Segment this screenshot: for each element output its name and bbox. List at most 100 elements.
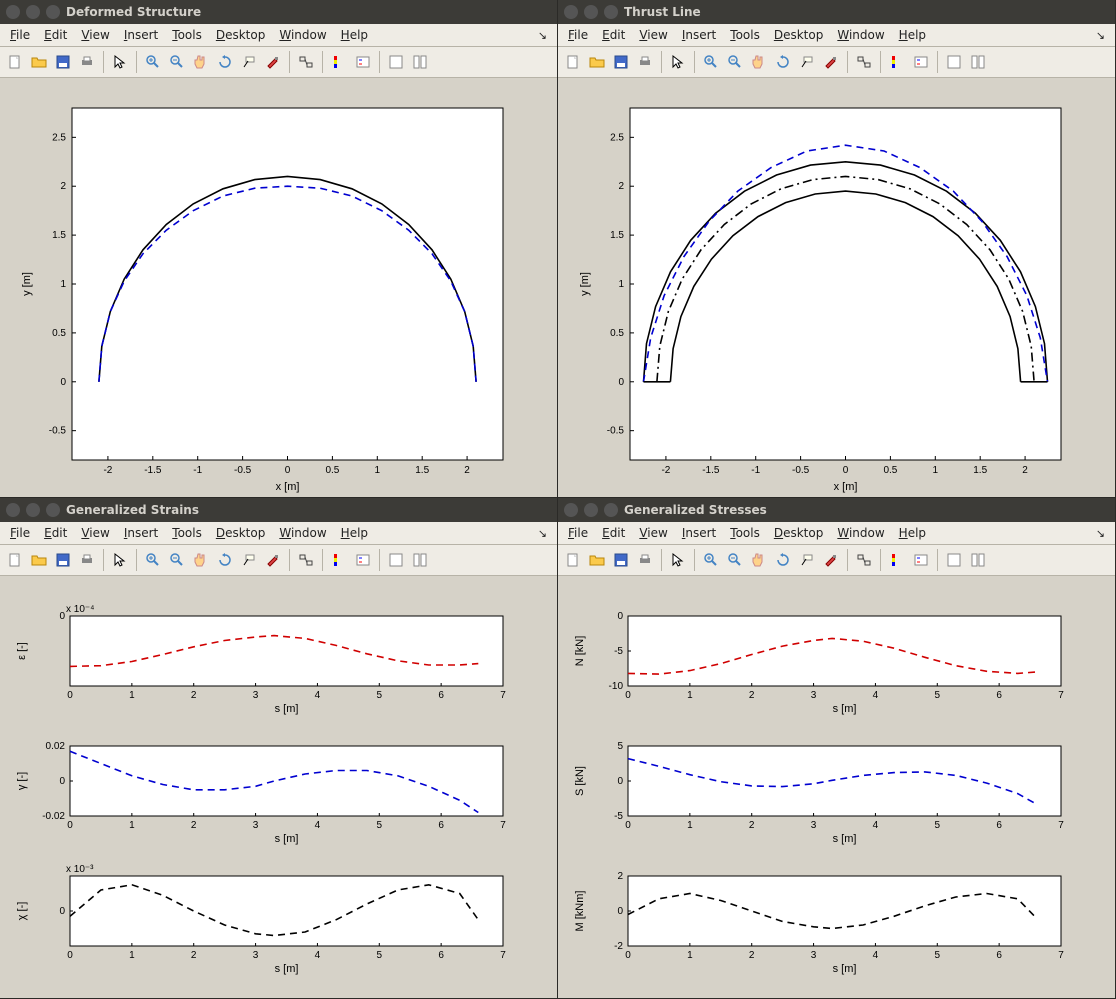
pan-icon[interactable]	[190, 549, 212, 571]
link-icon[interactable]	[853, 51, 875, 73]
zoom-in-icon[interactable]	[700, 549, 722, 571]
menu-help[interactable]: Help	[341, 28, 368, 42]
titlebar[interactable]: Generalized Strains	[0, 498, 557, 522]
menu-insert[interactable]: Insert	[124, 526, 158, 540]
save-icon[interactable]	[610, 549, 632, 571]
close-icon[interactable]	[564, 5, 578, 19]
menu-view[interactable]: View	[81, 526, 109, 540]
brush-icon[interactable]	[820, 549, 842, 571]
plot-area[interactable]: 01234567-10-50s [m]N [kN]01234567-505s […	[558, 576, 1115, 998]
menu-edit[interactable]: Edit	[602, 28, 625, 42]
plot-area[interactable]: 01234567-10x 10⁻⁴s [m]ε [-]01234567-0.02…	[0, 576, 557, 998]
print-icon[interactable]	[634, 51, 656, 73]
zoom-out-icon[interactable]	[724, 51, 746, 73]
datatip-icon[interactable]	[238, 549, 260, 571]
new-file-icon[interactable]	[4, 549, 26, 571]
menu-expand-icon[interactable]: ↘	[1096, 527, 1105, 540]
menu-help[interactable]: Help	[899, 28, 926, 42]
minimize-icon[interactable]	[26, 5, 40, 19]
subplot2-icon[interactable]	[967, 51, 989, 73]
maximize-icon[interactable]	[604, 503, 618, 517]
titlebar[interactable]: Deformed Structure	[0, 0, 557, 24]
subplot1-icon[interactable]	[385, 549, 407, 571]
open-icon[interactable]	[28, 549, 50, 571]
titlebar[interactable]: Generalized Stresses	[558, 498, 1115, 522]
menu-window[interactable]: Window	[837, 28, 884, 42]
minimize-icon[interactable]	[584, 5, 598, 19]
menu-desktop[interactable]: Desktop	[774, 28, 824, 42]
legend-icon[interactable]	[352, 51, 374, 73]
menu-desktop[interactable]: Desktop	[216, 526, 266, 540]
rotate-icon[interactable]	[214, 549, 236, 571]
subplot1-icon[interactable]	[385, 51, 407, 73]
menu-edit[interactable]: Edit	[44, 526, 67, 540]
open-icon[interactable]	[28, 51, 50, 73]
menu-window[interactable]: Window	[279, 526, 326, 540]
menu-view[interactable]: View	[81, 28, 109, 42]
pointer-icon[interactable]	[667, 549, 689, 571]
rotate-icon[interactable]	[214, 51, 236, 73]
pointer-icon[interactable]	[109, 51, 131, 73]
pointer-icon[interactable]	[109, 549, 131, 571]
open-icon[interactable]	[586, 51, 608, 73]
menu-desktop[interactable]: Desktop	[774, 526, 824, 540]
pan-icon[interactable]	[190, 51, 212, 73]
maximize-icon[interactable]	[46, 5, 60, 19]
menu-file[interactable]: File	[568, 28, 588, 42]
menu-file[interactable]: File	[568, 526, 588, 540]
save-icon[interactable]	[52, 51, 74, 73]
print-icon[interactable]	[76, 51, 98, 73]
colorbar-icon[interactable]	[886, 549, 908, 571]
menu-tools[interactable]: Tools	[730, 28, 760, 42]
brush-icon[interactable]	[262, 549, 284, 571]
close-icon[interactable]	[6, 5, 20, 19]
link-icon[interactable]	[295, 549, 317, 571]
menu-help[interactable]: Help	[341, 526, 368, 540]
menu-view[interactable]: View	[639, 526, 667, 540]
menu-file[interactable]: File	[10, 526, 30, 540]
menu-help[interactable]: Help	[899, 526, 926, 540]
zoom-out-icon[interactable]	[166, 51, 188, 73]
rotate-icon[interactable]	[772, 51, 794, 73]
legend-icon[interactable]	[910, 549, 932, 571]
minimize-icon[interactable]	[584, 503, 598, 517]
subplot1-icon[interactable]	[943, 51, 965, 73]
menu-desktop[interactable]: Desktop	[216, 28, 266, 42]
subplot2-icon[interactable]	[409, 51, 431, 73]
menu-tools[interactable]: Tools	[172, 28, 202, 42]
pan-icon[interactable]	[748, 549, 770, 571]
link-icon[interactable]	[853, 549, 875, 571]
pan-icon[interactable]	[748, 51, 770, 73]
menu-expand-icon[interactable]: ↘	[1096, 29, 1105, 42]
print-icon[interactable]	[76, 549, 98, 571]
colorbar-icon[interactable]	[328, 549, 350, 571]
link-icon[interactable]	[295, 51, 317, 73]
maximize-icon[interactable]	[604, 5, 618, 19]
menu-edit[interactable]: Edit	[44, 28, 67, 42]
save-icon[interactable]	[52, 549, 74, 571]
menu-insert[interactable]: Insert	[124, 28, 158, 42]
pointer-icon[interactable]	[667, 51, 689, 73]
menu-window[interactable]: Window	[279, 28, 326, 42]
zoom-in-icon[interactable]	[142, 549, 164, 571]
datatip-icon[interactable]	[238, 51, 260, 73]
menu-view[interactable]: View	[639, 28, 667, 42]
new-file-icon[interactable]	[562, 549, 584, 571]
subplot2-icon[interactable]	[967, 549, 989, 571]
menu-insert[interactable]: Insert	[682, 526, 716, 540]
maximize-icon[interactable]	[46, 503, 60, 517]
menu-expand-icon[interactable]: ↘	[538, 527, 547, 540]
brush-icon[interactable]	[820, 51, 842, 73]
menu-window[interactable]: Window	[837, 526, 884, 540]
minimize-icon[interactable]	[26, 503, 40, 517]
menu-insert[interactable]: Insert	[682, 28, 716, 42]
menu-tools[interactable]: Tools	[172, 526, 202, 540]
menu-edit[interactable]: Edit	[602, 526, 625, 540]
zoom-out-icon[interactable]	[166, 549, 188, 571]
legend-icon[interactable]	[352, 549, 374, 571]
open-icon[interactable]	[586, 549, 608, 571]
zoom-out-icon[interactable]	[724, 549, 746, 571]
menu-file[interactable]: File	[10, 28, 30, 42]
plot-area[interactable]: -2-1.5-1-0.500.511.52-0.500.511.522.5x […	[558, 78, 1115, 497]
plot-area[interactable]: -2-1.5-1-0.500.511.52-0.500.511.522.5x […	[0, 78, 557, 497]
